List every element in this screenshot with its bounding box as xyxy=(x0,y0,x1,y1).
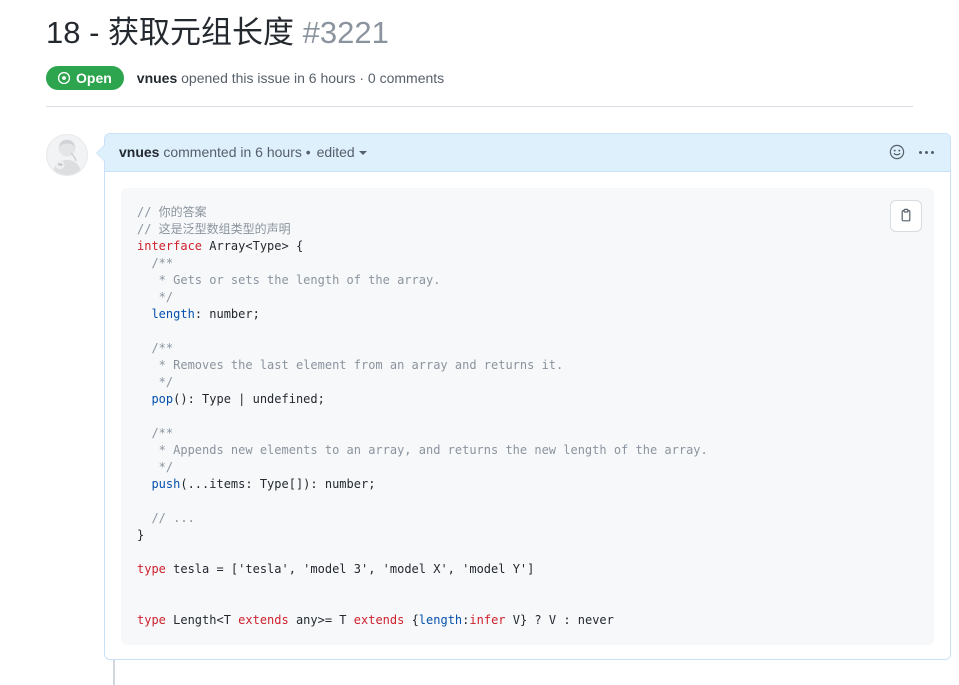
code-token: * Removes the last element from an array… xyxy=(137,357,564,372)
code-token: type xyxy=(137,612,166,627)
code-token: // ... xyxy=(137,510,195,525)
code-token: extends xyxy=(238,612,289,627)
avatar[interactable] xyxy=(46,133,88,176)
code-token: } xyxy=(137,527,145,542)
issue-byline: vnues opened this issue in 6 hours · 0 c… xyxy=(137,71,444,85)
comment-card: vnues commented in 6 hours • edited // 你… xyxy=(96,132,951,660)
issue-meta-row: Open vnues opened this issue in 6 hours … xyxy=(46,65,913,90)
code-token: extends xyxy=(353,612,405,627)
code-token: /** xyxy=(137,255,174,270)
comment-header-actions xyxy=(889,144,936,160)
code-token: (...items: Type[]): number; xyxy=(180,476,376,491)
code-token: tesla = ['tesla', 'model 3', 'model X', … xyxy=(165,561,535,576)
code-token: pop xyxy=(151,391,174,406)
code-token: Length<T xyxy=(165,612,239,627)
code-token: V} ? V : never xyxy=(505,612,614,627)
issue-byline-rest: opened this issue in 6 hours · 0 comment… xyxy=(177,69,445,86)
kebab-horizontal-icon[interactable] xyxy=(917,147,936,158)
code-token: length xyxy=(418,612,463,627)
page-title: 18 - 获取元组长度 #3221 xyxy=(46,14,913,53)
issue-number: #3221 xyxy=(302,15,389,50)
issue-title-text: 18 - 获取元组长度 xyxy=(46,15,295,50)
code-token: * Appends new elements to an array, and … xyxy=(137,442,708,457)
code-token: // 这是泛型数组类型的声明 xyxy=(137,221,291,236)
code-token: : number; xyxy=(194,306,260,321)
issue-author[interactable]: vnues xyxy=(137,70,177,86)
issue-opened-icon xyxy=(57,71,71,85)
code-token: */ xyxy=(137,289,174,304)
issue-header: 18 - 获取元组长度 #3221 Open vnues opened this… xyxy=(0,0,959,90)
comment-author[interactable]: vnues xyxy=(119,144,159,160)
code-token: interface xyxy=(137,238,203,253)
code-token: type xyxy=(137,561,166,576)
comment-byline: vnues commented in 6 hours • edited xyxy=(119,143,367,162)
code-token: */ xyxy=(137,374,174,389)
comment-body: // 你的答案 // 这是泛型数组类型的声明 interface Array<T… xyxy=(105,171,950,659)
code-token: // 你的答案 xyxy=(137,204,207,219)
code-token: push xyxy=(151,476,181,491)
code-token: length xyxy=(151,306,195,321)
comment-header: vnues commented in 6 hours • edited xyxy=(105,133,950,172)
copy-icon[interactable] xyxy=(890,199,922,232)
status-badge-label: Open xyxy=(76,69,112,86)
edited-dropdown[interactable]: edited xyxy=(317,143,367,162)
code-token: any>= T xyxy=(288,612,354,627)
chevron-down-icon xyxy=(358,151,367,156)
code-token: { xyxy=(404,612,419,627)
smiley-icon[interactable] xyxy=(889,144,905,160)
edited-label: edited xyxy=(316,143,355,160)
status-badge: Open xyxy=(46,65,124,90)
comment-action: commented in 6 hours • xyxy=(159,143,315,160)
code-token: /** xyxy=(137,425,174,440)
code-token: infer xyxy=(469,612,506,627)
code-block: // 你的答案 // 这是泛型数组类型的声明 interface Array<T… xyxy=(121,187,934,645)
code-token: Array<Type> { xyxy=(202,238,304,253)
issue-timeline: vnues commented in 6 hours • edited // 你… xyxy=(0,107,959,685)
code-token: /** xyxy=(137,340,174,355)
code-token: * Gets or sets the length of the array. xyxy=(137,272,441,287)
code-token: (): Type | undefined; xyxy=(173,391,325,406)
code-token: */ xyxy=(137,459,174,474)
code-content: // 你的答案 // 这是泛型数组类型的声明 interface Array<T… xyxy=(137,204,918,629)
comment-row: vnues commented in 6 hours • edited // 你… xyxy=(46,132,959,660)
